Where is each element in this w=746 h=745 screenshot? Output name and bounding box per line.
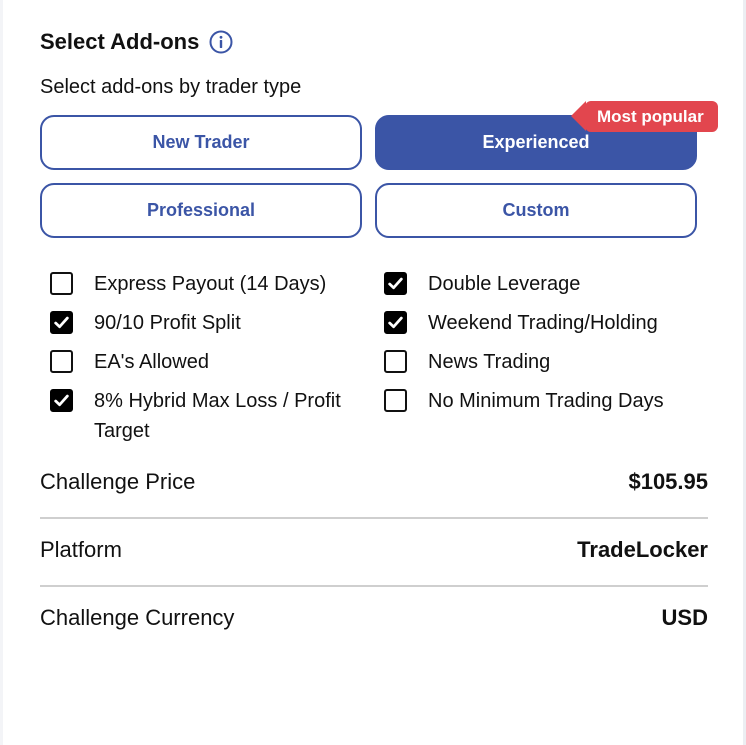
- addon-double-leverage[interactable]: Double Leverage: [384, 269, 704, 299]
- addon-hybrid-max-loss[interactable]: 8% Hybrid Max Loss / Profit Target: [50, 386, 368, 446]
- addon-news-trading[interactable]: News Trading: [384, 347, 704, 377]
- addon-checkbox[interactable]: [384, 389, 407, 412]
- trader-type-subtitle: Select add-ons by trader type: [40, 76, 302, 98]
- addon-label: News Trading: [428, 351, 551, 373]
- divider: [40, 585, 708, 587]
- trader-type-new-trader-button[interactable]: New Trader: [40, 115, 362, 170]
- summary-label: Platform: [40, 537, 122, 562]
- addon-express-payout[interactable]: Express Payout (14 Days): [50, 269, 365, 299]
- divider: [40, 517, 708, 519]
- addon-no-min-trading-days[interactable]: No Minimum Trading Days: [384, 386, 714, 416]
- addon-checkbox[interactable]: [384, 272, 407, 295]
- summary-label: Challenge Price: [40, 469, 196, 494]
- addon-checkbox[interactable]: [384, 350, 407, 373]
- platform-value: TradeLocker: [577, 537, 708, 562]
- addon-checkbox[interactable]: [50, 311, 73, 334]
- addons-card: Select Add-ons Select add-ons by trader …: [3, 0, 743, 745]
- addon-label: Double Leverage: [428, 273, 581, 295]
- challenge-currency-row: Challenge Currency USD: [40, 598, 708, 638]
- check-icon: [54, 316, 69, 329]
- title-row: Select Add-ons: [40, 26, 233, 58]
- check-icon: [54, 394, 69, 407]
- most-popular-badge: Most popular: [571, 101, 718, 132]
- addon-label: Express Payout (14 Days): [94, 273, 327, 295]
- check-icon: [388, 316, 403, 329]
- addon-checkbox[interactable]: [50, 389, 73, 412]
- info-circle-icon[interactable]: [209, 30, 233, 54]
- addon-label: 90/10 Profit Split: [94, 312, 241, 334]
- addon-profit-split[interactable]: 90/10 Profit Split: [50, 308, 365, 338]
- addon-label: EA's Allowed: [94, 351, 209, 373]
- challenge-price-value: $105.95: [628, 469, 708, 494]
- addon-label: No Minimum Trading Days: [428, 390, 664, 412]
- summary-label: Challenge Currency: [40, 605, 235, 630]
- addon-label: 8% Hybrid Max Loss / Profit Target: [94, 390, 341, 442]
- trader-type-professional-button[interactable]: Professional: [40, 183, 362, 238]
- addon-checkbox[interactable]: [384, 311, 407, 334]
- challenge-currency-value: USD: [661, 605, 708, 630]
- trader-type-custom-button[interactable]: Custom: [375, 183, 697, 238]
- check-icon: [388, 277, 403, 290]
- addon-label: Weekend Trading/Holding: [428, 312, 658, 334]
- addon-checkbox[interactable]: [50, 350, 73, 373]
- addon-eas-allowed[interactable]: EA's Allowed: [50, 347, 365, 377]
- section-title: Select Add-ons: [40, 29, 200, 54]
- challenge-price-row: Challenge Price $105.95: [40, 462, 708, 502]
- addon-weekend-trading[interactable]: Weekend Trading/Holding: [384, 308, 704, 338]
- addon-checkbox[interactable]: [50, 272, 73, 295]
- platform-row: Platform TradeLocker: [40, 530, 708, 570]
